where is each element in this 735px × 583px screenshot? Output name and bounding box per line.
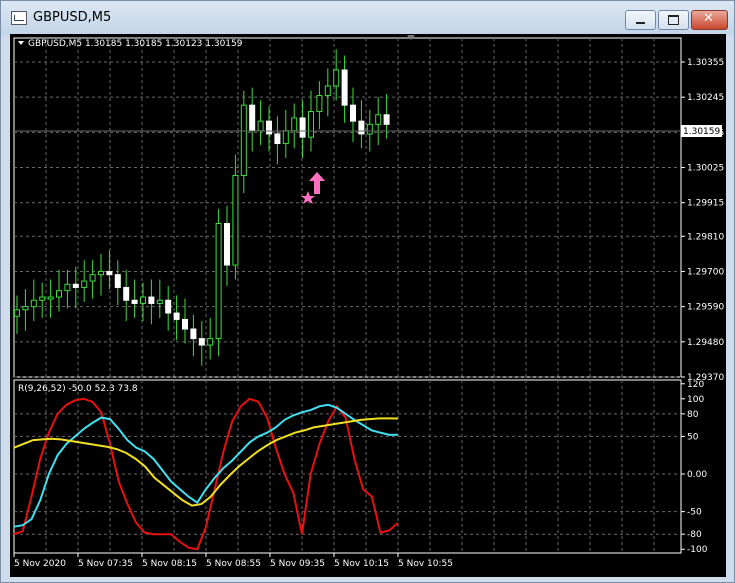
chart-menu-icon[interactable] <box>18 41 24 45</box>
candle-body <box>22 306 29 311</box>
indicator-axis-label: 100 <box>687 395 704 405</box>
time-axis-label: 5 Nov 07:35 <box>78 559 133 569</box>
candle-body <box>266 120 272 135</box>
grid <box>14 38 681 553</box>
candle-body <box>156 299 163 304</box>
chart-header: GBPUSD,M5 1.30185 1.30185 1.30123 1.3015… <box>28 39 243 49</box>
window-title: GBPUSD,M5 <box>33 10 112 25</box>
candle-body <box>140 296 146 304</box>
candle-body <box>98 270 104 276</box>
candle-body <box>81 280 88 288</box>
chart-window-icon <box>11 11 27 25</box>
candle-body <box>282 130 289 145</box>
candle-body <box>232 175 239 266</box>
indicator-axis-label: -100 <box>687 545 708 555</box>
indicator-axis-label: 80 <box>687 410 699 420</box>
candle-body <box>30 299 37 308</box>
indicator-axis-label: -80 <box>687 530 702 540</box>
time-axis-label: 5 Nov 10:55 <box>398 559 453 569</box>
candle-body <box>89 274 96 282</box>
candle-body <box>291 117 298 132</box>
minimize-button[interactable] <box>625 10 656 30</box>
title-bar[interactable]: GBPUSD,M5 <box>1 1 734 35</box>
time-axis-label: 5 Nov 10:15 <box>334 559 389 569</box>
price-axis-label: 1.30355 <box>687 58 724 68</box>
candle-body <box>106 270 113 276</box>
candle-body <box>215 222 222 340</box>
candle-body <box>182 318 188 330</box>
candle-body <box>341 69 348 106</box>
candle-body <box>249 104 256 132</box>
candle-body <box>198 338 205 346</box>
indicator-axis-label: 0.00 <box>687 470 707 480</box>
candle-body <box>123 286 130 301</box>
candle-body <box>358 120 365 135</box>
close-button[interactable] <box>691 10 728 30</box>
price-axis-label: 1.29810 <box>687 232 724 242</box>
price-axis-label: 1.29590 <box>687 303 724 313</box>
candle-body <box>190 328 197 340</box>
indicator-header: R(9,26,52) -50.0 52.3 73.8 <box>18 384 138 394</box>
time-axis-label: 5 Nov 08:15 <box>142 559 197 569</box>
indicator-axis-label: -50 <box>687 508 702 518</box>
price-axis-label: 1.30245 <box>687 93 724 103</box>
axes: 1.303551.302451.301351.300251.299151.298… <box>13 58 724 569</box>
candle-body <box>240 104 247 177</box>
candle-body <box>274 133 281 145</box>
current-price-label: 1.30159 <box>683 127 720 137</box>
price-chart[interactable]: 1.303551.302451.301351.300251.299151.298… <box>10 34 726 577</box>
candle-body <box>173 312 180 320</box>
chart-area[interactable]: 1.303551.302451.301351.300251.299151.298… <box>10 34 726 577</box>
candle-body <box>366 123 373 135</box>
candle-body <box>131 299 138 304</box>
candle-body <box>165 299 172 314</box>
candle-body <box>14 309 20 317</box>
candle-body <box>375 114 382 125</box>
indicator-axis-label: 50 <box>687 432 699 442</box>
candle-body <box>316 95 323 113</box>
candle-body <box>308 111 314 138</box>
time-axis-label: 5 Nov 08:55 <box>206 559 261 569</box>
buy-arrow-icon <box>301 172 325 204</box>
indicator-pane-frame <box>13 379 682 554</box>
maximize-button[interactable] <box>658 10 689 30</box>
time-axis-label: 5 Nov 09:35 <box>270 559 325 569</box>
candle-body <box>324 85 331 97</box>
candle-body <box>224 222 230 266</box>
indicator-axis-label: 120 <box>687 380 704 390</box>
candle-body <box>72 283 79 288</box>
indicator-line-r52 <box>13 417 399 507</box>
chart-window: GBPUSD,M5 1.303551.302451.301351.300251.… <box>0 0 735 583</box>
candle-body <box>257 120 264 132</box>
time-axis-label: 5 Nov 2020 <box>14 559 66 569</box>
candle-body <box>350 104 356 122</box>
candle-body <box>47 296 54 300</box>
price-axis-label: 1.30025 <box>687 164 724 174</box>
candle-body <box>56 290 62 298</box>
candle-body <box>64 283 71 292</box>
candle-body <box>333 69 340 87</box>
candle-body <box>207 338 214 346</box>
candle-body <box>383 114 390 125</box>
candle-body <box>148 296 155 304</box>
price-axis-label: 1.29915 <box>687 199 724 209</box>
price-axis-label: 1.29480 <box>687 338 724 348</box>
candle-body <box>39 296 46 301</box>
candle-body <box>299 117 306 138</box>
candle-body <box>114 274 121 288</box>
price-axis-label: 1.29700 <box>687 267 724 277</box>
